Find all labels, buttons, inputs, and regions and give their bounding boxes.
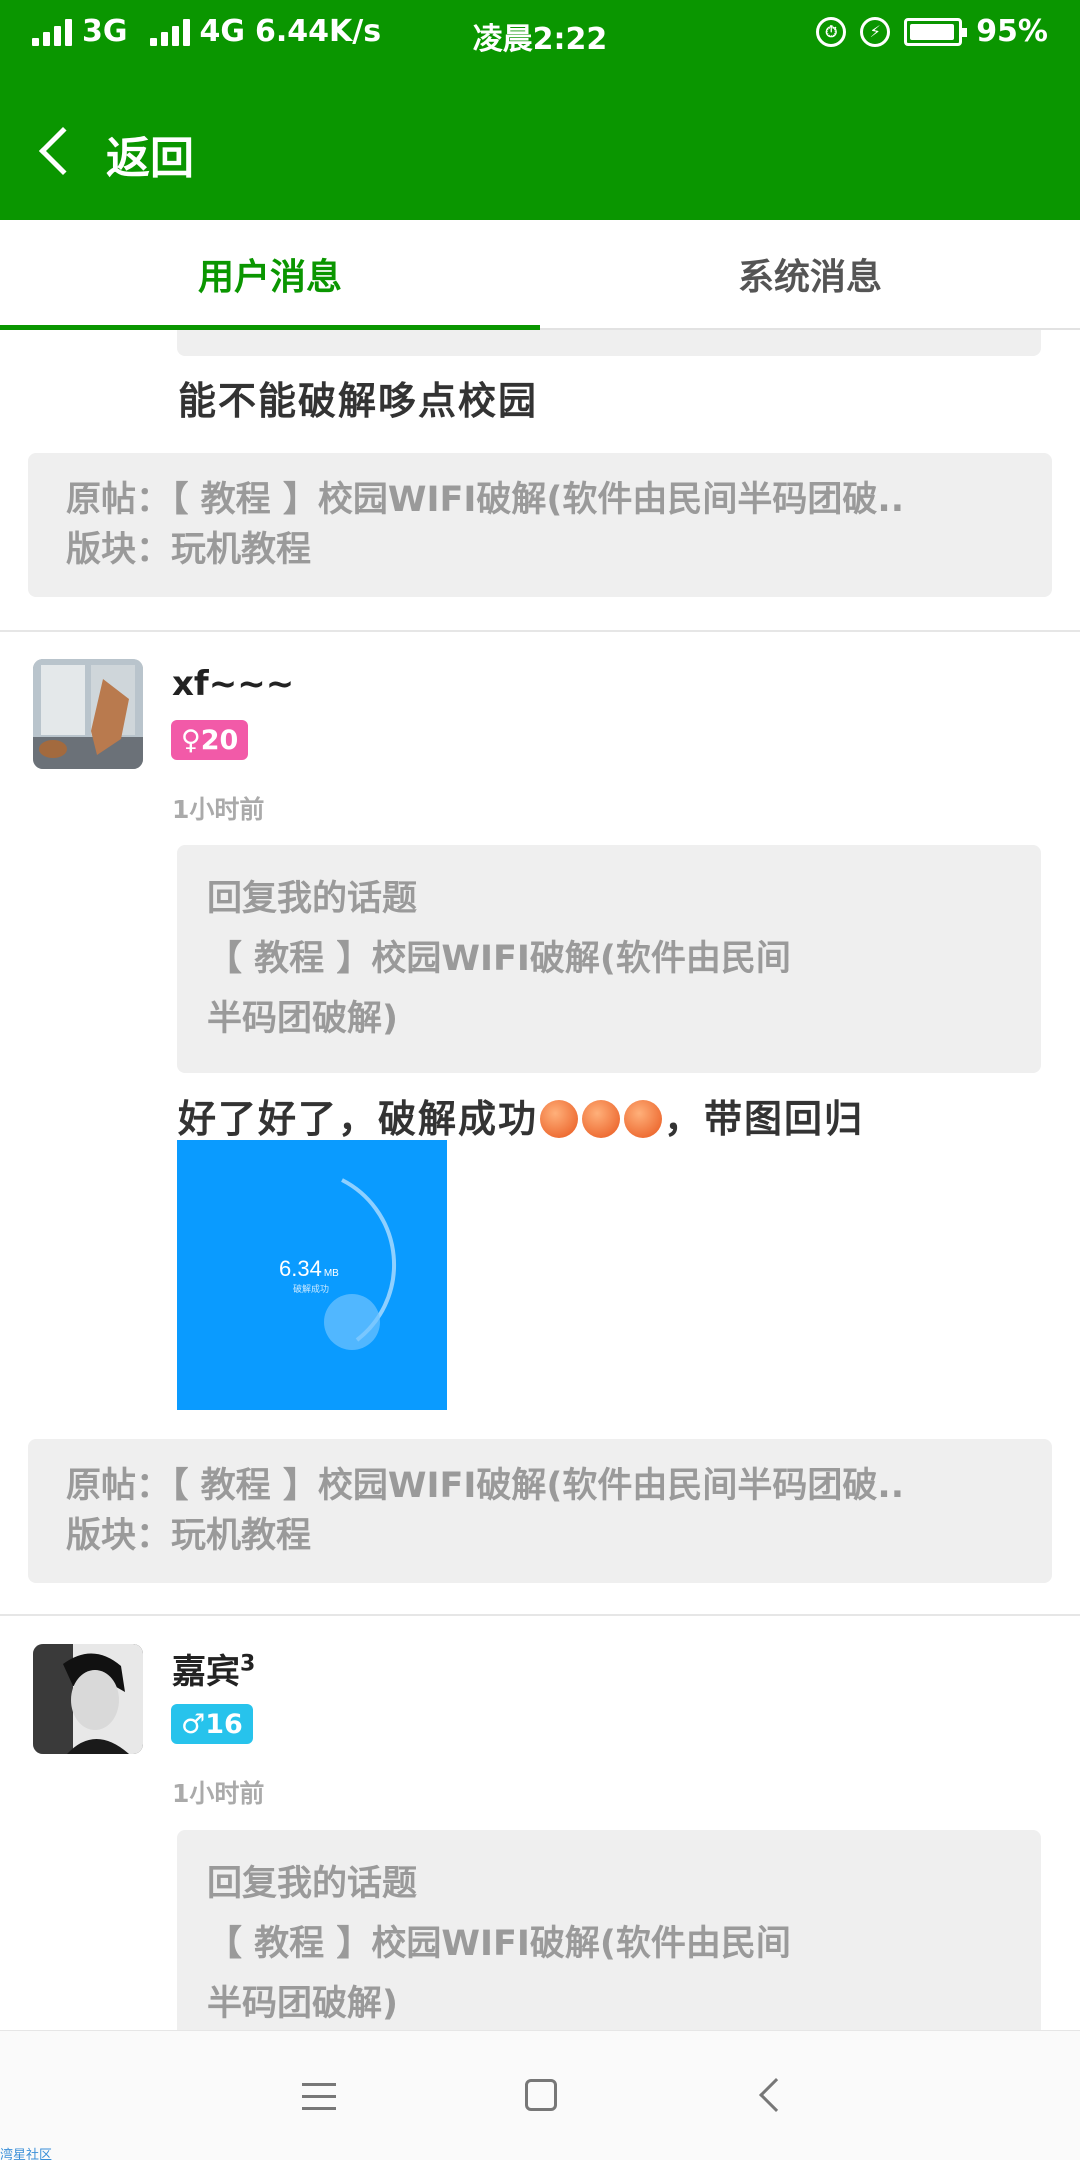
back-button[interactable]: 返回: [0, 64, 1080, 220]
bolt-icon: ⚡: [860, 16, 891, 47]
timestamp: 1小时前: [172, 1779, 265, 1808]
app-header: 3G 4G 6.44K/s 凌晨2:22 ⏱ ⚡ 95% 返回: [0, 0, 1080, 220]
message-text: 好了好了，破解成功 ，带图回归: [178, 1088, 864, 1143]
menu-icon[interactable]: [302, 2083, 336, 2119]
battery-percent: 95%: [976, 14, 1048, 49]
username[interactable]: 嘉宾3: [172, 1644, 255, 1693]
gender-level-badge: ♂16: [171, 1704, 253, 1744]
timestamp: 1小时前: [172, 795, 265, 824]
origin-board: 版块：玩机教程: [66, 530, 312, 570]
replied-topic-box[interactable]: 回复我的话题 【 教程 】校园WIFI破解(软件由民间 半码团破解): [177, 1830, 1041, 2030]
message-tabs: 用户消息 系统消息: [0, 220, 1080, 330]
emoji-icon: [624, 1100, 663, 1138]
avatar[interactable]: [33, 659, 143, 769]
back-arrow-icon[interactable]: [759, 2078, 793, 2112]
reply-line: 【 教程 】校园WIFI破解(软件由民间: [207, 939, 791, 979]
origin-post-box[interactable]: 原帖：【 教程 】校园WIFI破解(软件由民间半码团破.. 版块：玩机教程: [28, 1439, 1052, 1583]
watermark: 湾星社区: [0, 2148, 53, 2160]
home-icon[interactable]: [525, 2079, 557, 2111]
alarm-clock-icon: ⏱: [816, 16, 847, 47]
attached-photo[interactable]: 6.34 MB 破解成功: [177, 1140, 447, 1410]
photo-caption: 破解成功: [293, 1285, 330, 1295]
avatar[interactable]: [33, 1644, 143, 1754]
origin-post-title: 原帖：【 教程 】校园WIFI破解(软件由民间半码团破..: [66, 480, 905, 520]
reply-line: 半码团破解): [207, 999, 398, 1039]
status-bar: 3G 4G 6.44K/s 凌晨2:22 ⏱ ⚡ 95%: [0, 0, 1080, 64]
battery-icon: [904, 17, 968, 46]
reply-line: 【 教程 】校园WIFI破解(软件由民间: [207, 1924, 791, 1964]
tab-system-messages[interactable]: 系统消息: [540, 220, 1080, 328]
origin-post-title: 原帖：【 教程 】校园WIFI破解(软件由民间半码团破..: [66, 1466, 905, 1506]
reply-box-remnant: [177, 330, 1041, 356]
message-text: 能不能破解哆点校园: [178, 379, 539, 423]
user-superscript: 3: [240, 1651, 256, 1677]
username[interactable]: xf~~~: [172, 664, 294, 704]
emoji-icon: [582, 1100, 621, 1138]
back-label[interactable]: 返回: [106, 122, 194, 186]
replied-topic-box[interactable]: 回复我的话题 【 教程 】校园WIFI破解(软件由民间 半码团破解): [177, 845, 1041, 1073]
reply-line: 半码团破解): [207, 1984, 398, 2024]
message-feed[interactable]: 能不能破解哆点校园 原帖：【 教程 】校园WIFI破解(软件由民间半码团破.. …: [0, 330, 1080, 2030]
system-nav-bar: [0, 2030, 1080, 2160]
gender-level-badge: ♀20: [171, 720, 249, 760]
emoji-icon: [540, 1100, 579, 1138]
divider: [0, 1614, 1080, 1616]
tab-user-messages[interactable]: 用户消息: [0, 220, 540, 330]
origin-board: 版块：玩机教程: [66, 1516, 312, 1556]
message-text-end: ，带图回归: [664, 1097, 865, 1141]
reply-line: 回复我的话题: [207, 1864, 418, 1904]
photo-speed-value: 6.34 MB: [279, 1256, 339, 1281]
origin-post-box[interactable]: 原帖：【 教程 】校园WIFI破解(软件由民间半码团破.. 版块：玩机教程: [28, 453, 1052, 597]
reply-line: 回复我的话题: [207, 879, 418, 919]
chevron-left-icon[interactable]: [38, 126, 88, 176]
message-text-start: 好了好了，破解成功: [178, 1097, 539, 1141]
divider: [0, 630, 1080, 632]
